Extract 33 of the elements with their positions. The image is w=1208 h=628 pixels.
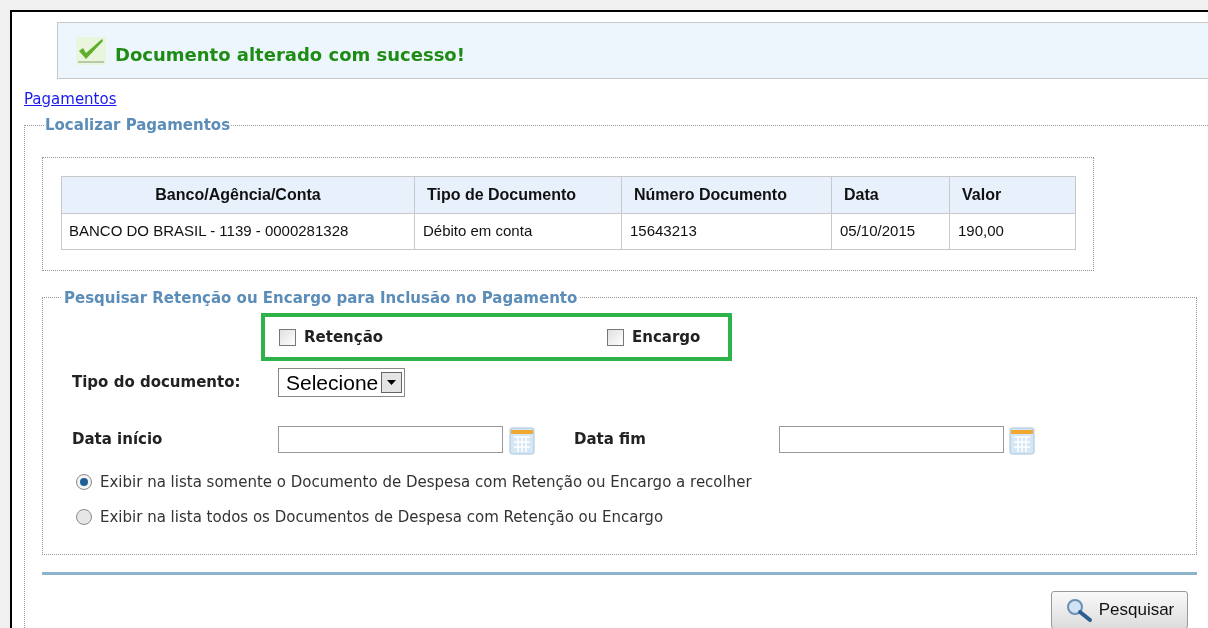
column-header: Número Documento bbox=[621, 176, 832, 213]
column-header: Tipo de Documento bbox=[414, 176, 622, 213]
radio-button[interactable] bbox=[76, 474, 92, 490]
table-cell: Débito em conta bbox=[414, 213, 622, 249]
radio-label: Exibir na lista todos os Documentos de Despesa com Retenção ou Encargo bbox=[100, 506, 664, 528]
field-label: Tipo do documento: bbox=[72, 372, 242, 394]
search-button[interactable]: Pesquisar bbox=[1051, 590, 1188, 628]
document-type-select[interactable]: Selecione bbox=[278, 368, 406, 397]
breadcrumb-link[interactable]: Pagamentos bbox=[24, 90, 117, 108]
checkbox-label: Retenção bbox=[304, 326, 384, 348]
section-legend: Pesquisar Retenção ou Encargo para Inclusão no Pagamento bbox=[62, 286, 580, 309]
checkbox-label: Encargo bbox=[632, 326, 701, 348]
table-cell: 05/10/2015 bbox=[831, 213, 950, 249]
radio-button[interactable] bbox=[76, 509, 92, 525]
checkbox[interactable] bbox=[279, 328, 296, 346]
table-cell: BANCO DO BRASIL - 1139 - 0000281328 bbox=[61, 213, 415, 249]
field-label: Data fim bbox=[574, 428, 647, 450]
calendar-icon[interactable] bbox=[1009, 427, 1035, 455]
table-cell: 190,00 bbox=[949, 213, 1076, 249]
start-date-field[interactable] bbox=[278, 425, 503, 453]
column-header: Valor bbox=[949, 176, 1076, 213]
section-legend: Localizar Pagamentos bbox=[44, 114, 232, 137]
success-text: Documento alterado com sucesso! bbox=[115, 43, 465, 67]
checkmark-icon bbox=[76, 36, 106, 65]
calendar-icon[interactable] bbox=[509, 427, 535, 455]
column-header: Banco/Agência/Conta bbox=[61, 176, 415, 213]
field-label: Data início bbox=[72, 428, 164, 450]
column-header: Data bbox=[831, 176, 950, 213]
radio-label: Exibir na lista somente o Documento de Despesa com Retenção ou Encargo a recolher bbox=[100, 471, 752, 493]
magnifier-icon bbox=[1064, 596, 1093, 623]
checkbox[interactable] bbox=[607, 328, 624, 346]
table-cell: 15643213 bbox=[621, 213, 832, 249]
end-date-field[interactable] bbox=[779, 425, 1004, 453]
